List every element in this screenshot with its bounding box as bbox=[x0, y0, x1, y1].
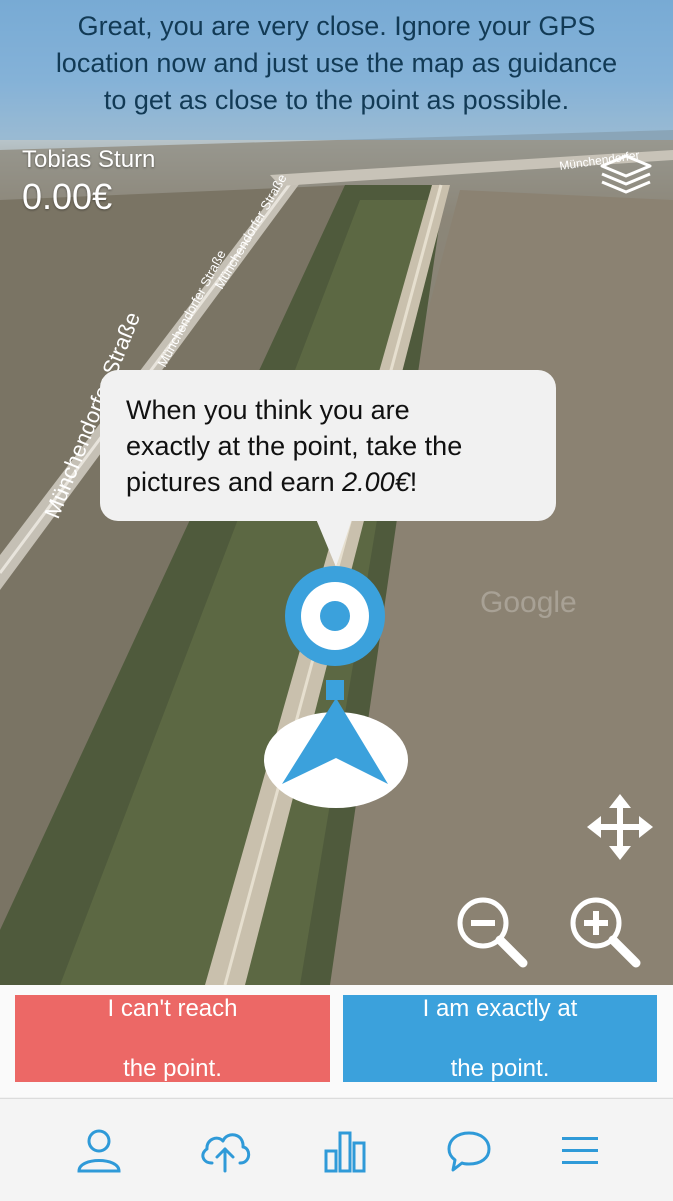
layers-button[interactable] bbox=[596, 150, 656, 198]
nav-stats[interactable] bbox=[322, 1127, 370, 1175]
reward-amount: 2.00€ bbox=[342, 467, 410, 497]
stats-icon bbox=[324, 1131, 366, 1173]
chat-icon bbox=[447, 1131, 491, 1172]
balance: 0.00€ bbox=[22, 176, 113, 217]
user-name: Tobias Sturn bbox=[22, 146, 156, 173]
move-arrows-icon bbox=[587, 794, 653, 860]
nav-profile[interactable] bbox=[75, 1127, 123, 1175]
pan-button[interactable] bbox=[587, 794, 653, 860]
bottom-nav bbox=[0, 1098, 673, 1201]
zoom-in-icon bbox=[570, 897, 641, 968]
bubble-tail bbox=[316, 519, 352, 567]
nav-upload[interactable] bbox=[198, 1127, 252, 1175]
instruction-text: Great, you are very close. Ignore your G… bbox=[55, 11, 618, 115]
zoom-in-button[interactable] bbox=[568, 895, 643, 970]
cloud-upload-icon bbox=[201, 1133, 251, 1173]
map-view[interactable]: Münchendorfer Straße Münchendorfer Straß… bbox=[0, 0, 673, 985]
zoom-out-button[interactable] bbox=[455, 895, 530, 970]
exactly-at-point-button[interactable]: I am exactly at the point. bbox=[343, 995, 657, 1082]
hint-bubble: When you think you are exactly at the po… bbox=[100, 370, 556, 521]
layers-icon bbox=[600, 154, 652, 194]
nav-chat[interactable] bbox=[445, 1127, 493, 1175]
map-watermark: Google bbox=[480, 586, 577, 619]
zoom-out-icon bbox=[457, 897, 528, 968]
profile-icon bbox=[77, 1129, 121, 1173]
cant-reach-button[interactable]: I can't reach the point. bbox=[15, 995, 330, 1082]
action-bar: I can't reach the point. I am exactly at… bbox=[0, 985, 673, 1097]
location-arrow-icon bbox=[264, 680, 408, 808]
menu-icon bbox=[562, 1137, 598, 1164]
target-point-icon bbox=[285, 566, 385, 666]
nav-menu[interactable] bbox=[558, 1127, 606, 1175]
